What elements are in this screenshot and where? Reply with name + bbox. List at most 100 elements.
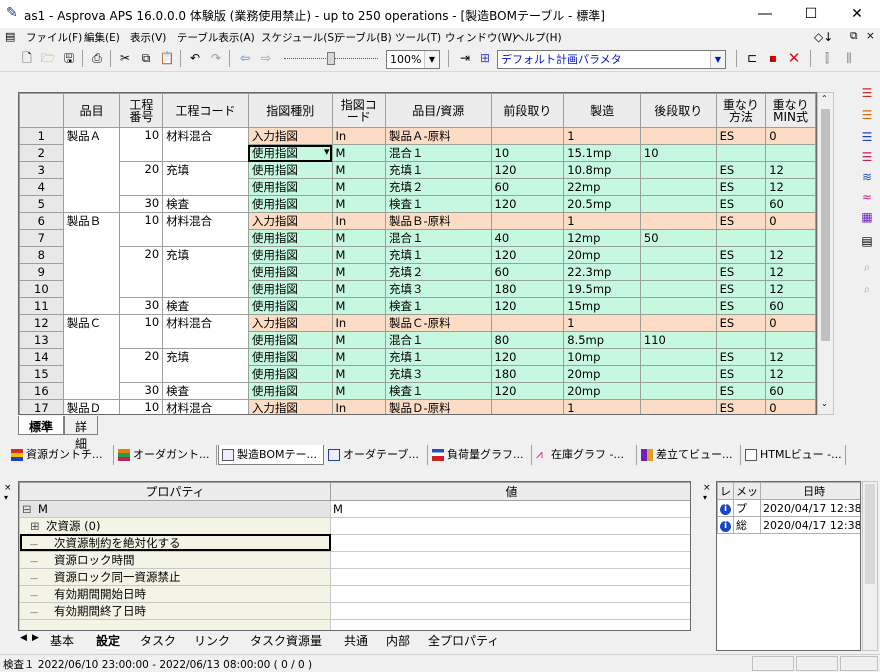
overlap-method-cell[interactable]: ES: [715, 178, 767, 196]
order-code-cell[interactable]: In: [331, 212, 387, 230]
post-setup-cell[interactable]: [639, 297, 717, 315]
overlap-method-cell[interactable]: ES: [715, 195, 767, 213]
order-type-cell[interactable]: 使用指図: [247, 365, 333, 383]
expand-toggle-icon[interactable]: ⊟: [22, 502, 36, 516]
overlap-min-cell[interactable]: [765, 229, 816, 247]
order-code-cell[interactable]: M: [331, 229, 387, 247]
order-chart-icon[interactable]: ☰: [858, 148, 876, 166]
pre-setup-cell[interactable]: 10: [490, 144, 565, 162]
item-resource-cell[interactable]: 混合１: [385, 144, 492, 162]
item-resource-cell[interactable]: 製品Ｄ-原料: [385, 399, 492, 414]
property-row[interactable]: — 有効期間終了日時: [19, 601, 690, 620]
pre-setup-cell[interactable]: 120: [490, 382, 565, 400]
resource-gantt-icon[interactable]: ☰: [858, 84, 876, 102]
post-setup-cell[interactable]: [639, 280, 717, 298]
proc-code-cell[interactable]: 検査: [162, 195, 249, 213]
order-type-cell[interactable]: 入力指図: [247, 314, 333, 332]
overlap-min-cell[interactable]: 0: [765, 127, 816, 145]
proc-code-cell[interactable]: 材料混合: [162, 399, 249, 414]
property-row[interactable]: ⊞ 次資源 (0): [19, 516, 690, 535]
undo-icon[interactable]: ↶: [186, 49, 204, 67]
post-setup-cell[interactable]: [639, 348, 717, 366]
overlap-min-cell[interactable]: 12: [765, 263, 816, 281]
property-name-cell[interactable]: ⊟ M: [19, 500, 331, 518]
log-pin-icon[interactable]: ▾: [703, 493, 707, 502]
back-arrow-icon[interactable]: ⇦: [236, 49, 254, 67]
order-type-cell[interactable]: 使用指図: [247, 280, 333, 298]
row-number[interactable]: 17: [19, 399, 64, 414]
menu-help[interactable]: ヘルプ(H): [514, 30, 562, 45]
manufacture-cell[interactable]: 10mp: [563, 348, 641, 366]
tab-inventory-graph[interactable]: ⩘ 在庫グラフ -...: [533, 445, 637, 465]
proc-number-cell[interactable]: 20: [119, 246, 164, 298]
item-cell[interactable]: 製品Ｂ: [62, 212, 121, 315]
property-name-cell[interactable]: — 有効期間終了日時: [19, 601, 331, 620]
col-header-order-type[interactable]: 指図種別: [247, 93, 333, 128]
row-number[interactable]: 9: [19, 263, 64, 281]
ptab-link[interactable]: リンク: [194, 632, 230, 649]
item-resource-cell[interactable]: 製品Ａ-原料: [385, 127, 492, 145]
pane-close-icon[interactable]: ×: [4, 483, 12, 493]
item-resource-cell[interactable]: 検査１: [385, 382, 492, 400]
zoom-combo[interactable]: 100% ▼: [386, 50, 440, 69]
item-resource-cell[interactable]: 製品Ｂ-原料: [385, 212, 492, 230]
copy-icon[interactable]: ⧉: [137, 49, 155, 67]
ptab-internal[interactable]: 内部: [386, 632, 410, 649]
property-row[interactable]: — 有効期間開始日時: [19, 584, 690, 603]
row-number[interactable]: 15: [19, 365, 64, 383]
order-code-cell[interactable]: M: [331, 178, 387, 196]
plan-parameter-combo[interactable]: デフォルト計画パラメタ ▼: [497, 50, 726, 69]
manufacture-cell[interactable]: 10.8mp: [563, 161, 641, 179]
pre-setup-cell[interactable]: 120: [490, 297, 565, 315]
item-cell[interactable]: 製品Ｃ: [62, 314, 121, 400]
delete-icon[interactable]: ✕: [785, 49, 803, 67]
order-code-cell[interactable]: M: [331, 144, 387, 162]
property-name-cell[interactable]: ⊞ 次資源 (0): [19, 516, 331, 535]
pre-setup-cell[interactable]: 120: [490, 348, 565, 366]
order-code-cell[interactable]: M: [331, 331, 387, 349]
row-number[interactable]: 4: [19, 178, 64, 196]
order-code-cell[interactable]: M: [331, 382, 387, 400]
manufacture-cell[interactable]: 15mp: [563, 297, 641, 315]
item-cell[interactable]: 製品Ｄ: [62, 399, 121, 414]
property-value-cell[interactable]: M: [330, 500, 690, 518]
ptab-task-resource[interactable]: タスク資源量: [250, 632, 322, 649]
order-type-cell[interactable]: 入力指図: [247, 127, 333, 145]
overlap-method-cell[interactable]: ES: [715, 127, 767, 145]
window-layout-icon[interactable]: ⫿: [818, 49, 836, 67]
proc-code-cell[interactable]: 材料混合: [162, 212, 249, 247]
dropdown-arrow-icon[interactable]: ▾: [324, 146, 330, 159]
post-setup-cell[interactable]: [639, 212, 717, 230]
order-type-cell[interactable]: 使用指図: [247, 348, 333, 366]
post-setup-cell[interactable]: [639, 195, 717, 213]
menu-edit[interactable]: 編集(E): [84, 30, 120, 45]
manufacture-cell[interactable]: 1: [563, 127, 641, 145]
overlap-min-cell[interactable]: 60: [765, 195, 816, 213]
overlap-min-cell[interactable]: 0: [765, 399, 816, 414]
manufacture-cell[interactable]: 1: [563, 212, 641, 230]
log-scroll-thumb[interactable]: [865, 484, 875, 584]
order-code-cell[interactable]: In: [331, 127, 387, 145]
order-type-cell[interactable]: 使用指図: [247, 382, 333, 400]
col-header-item-resource[interactable]: 品目/資源: [385, 93, 492, 128]
post-setup-cell[interactable]: [639, 178, 717, 196]
tab-html-view[interactable]: HTMLビュー -...: [742, 445, 846, 465]
col-header-value[interactable]: 値: [330, 482, 690, 501]
overlap-method-cell[interactable]: ES: [715, 212, 767, 230]
post-setup-cell[interactable]: [639, 365, 717, 383]
item-cell[interactable]: 製品Ａ: [62, 127, 121, 213]
row-number[interactable]: 14: [19, 348, 64, 366]
order-code-cell[interactable]: M: [331, 246, 387, 264]
proc-number-cell[interactable]: 20: [119, 348, 164, 383]
order-gantt-icon[interactable]: ☰: [858, 106, 876, 124]
tab-order-gantt[interactable]: オーダガント...: [115, 445, 217, 465]
post-setup-cell[interactable]: [639, 161, 717, 179]
menu-file[interactable]: ファイル(F): [26, 30, 82, 45]
overlap-min-cell[interactable]: [765, 331, 816, 349]
order-type-cell[interactable]: 使用指図: [247, 263, 333, 281]
row-number[interactable]: 6: [19, 212, 64, 230]
manufacture-cell[interactable]: 19.5mp: [563, 280, 641, 298]
plan-tree-icon[interactable]: ⊞: [476, 49, 494, 67]
post-setup-cell[interactable]: [639, 399, 717, 414]
proc-number-cell[interactable]: 30: [119, 382, 164, 400]
